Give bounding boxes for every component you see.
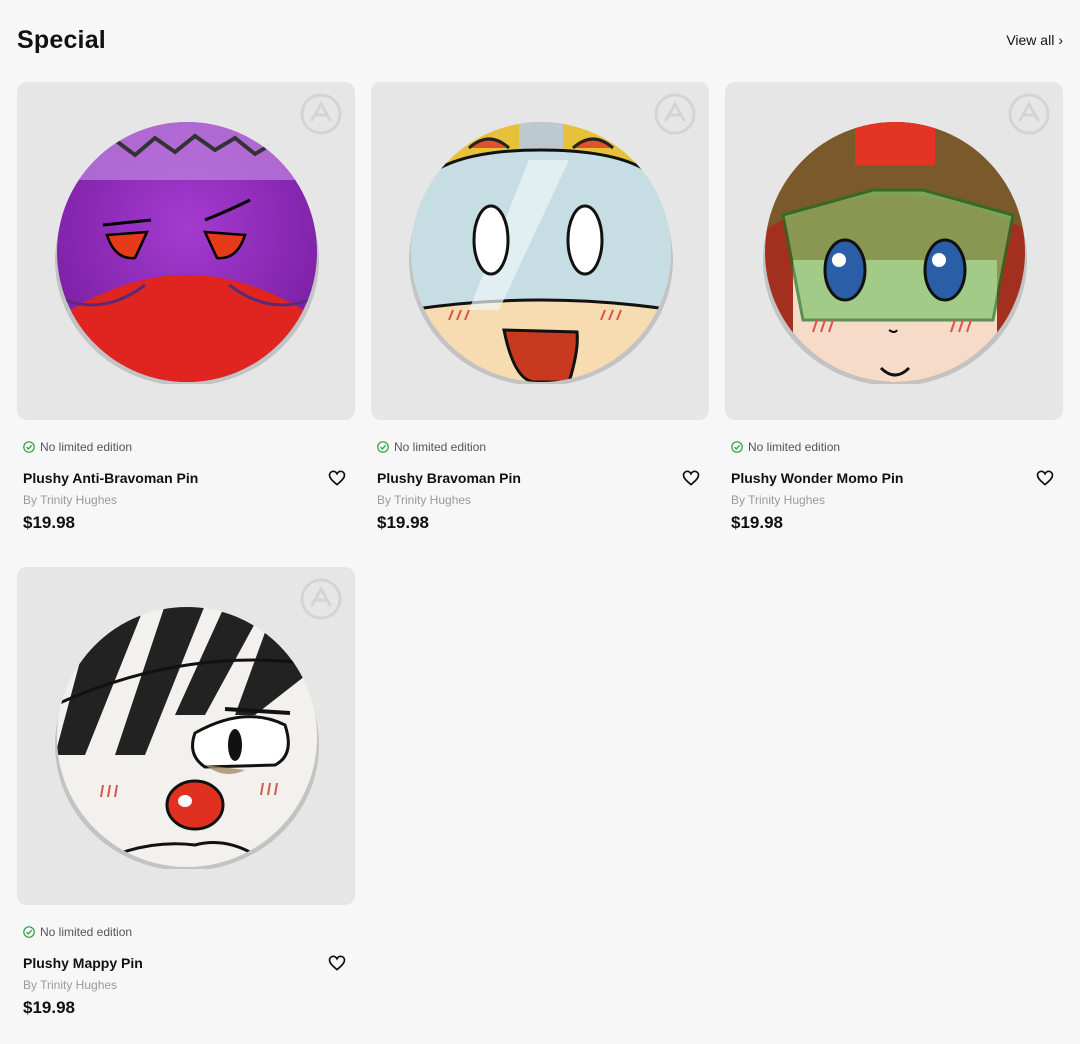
product-card[interactable]: No limited edition Plushy Bravoman Pin B… [371,82,709,539]
product-creator: By Trinity Hughes [23,493,118,507]
product-image[interactable] [17,567,355,905]
product-card[interactable]: No limited edition Plushy Anti-Bravoman … [17,82,355,539]
product-grid: No limited edition Plushy Anti-Bravoman … [17,82,1063,1024]
product-image[interactable] [17,82,355,420]
product-image[interactable] [371,82,709,420]
edition-badge: No limited edition [377,440,703,454]
edition-badge: No limited edition [23,925,349,939]
edition-label: No limited edition [748,440,841,454]
product-creator: By Trinity Hughes [23,978,118,992]
product-price: $19.98 [731,513,783,532]
check-circle-icon [731,441,743,453]
heart-icon[interactable] [681,468,701,488]
view-all-label: View all [1006,32,1055,48]
product-card[interactable]: No limited edition Plushy Wonder Momo Pi… [725,82,1063,539]
check-circle-icon [23,926,35,938]
heart-icon[interactable] [1035,468,1055,488]
bravoman-pin-art [409,122,673,384]
product-name[interactable]: Plushy Wonder Momo Pin [731,470,903,486]
check-circle-icon [377,441,389,453]
heart-icon[interactable] [327,468,347,488]
edition-badge: No limited edition [23,440,349,454]
product-price: $19.98 [23,998,75,1017]
view-all-link[interactable]: View all › [1006,32,1063,48]
edition-badge: No limited edition [731,440,1057,454]
product-price: $19.98 [23,513,75,532]
product-name[interactable]: Plushy Bravoman Pin [377,470,521,486]
section-title: Special [17,25,106,54]
product-creator: By Trinity Hughes [731,493,826,507]
product-price: $19.98 [377,513,429,532]
mappy-pin-art [55,607,319,869]
product-name[interactable]: Plushy Anti-Bravoman Pin [23,470,198,486]
section-header: Special View all › [17,22,1063,58]
edition-label: No limited edition [40,440,133,454]
wonder-momo-pin-art [763,122,1027,384]
product-image[interactable] [725,82,1063,420]
edition-label: No limited edition [40,925,133,939]
heart-icon[interactable] [327,953,347,973]
anti-bravoman-pin-art [55,122,319,384]
chevron-right-icon: › [1058,32,1063,48]
edition-label: No limited edition [394,440,487,454]
product-creator: By Trinity Hughes [377,493,472,507]
check-circle-icon [23,441,35,453]
product-card[interactable]: No limited edition Plushy Mappy Pin By T… [17,567,355,1024]
product-name[interactable]: Plushy Mappy Pin [23,955,143,971]
